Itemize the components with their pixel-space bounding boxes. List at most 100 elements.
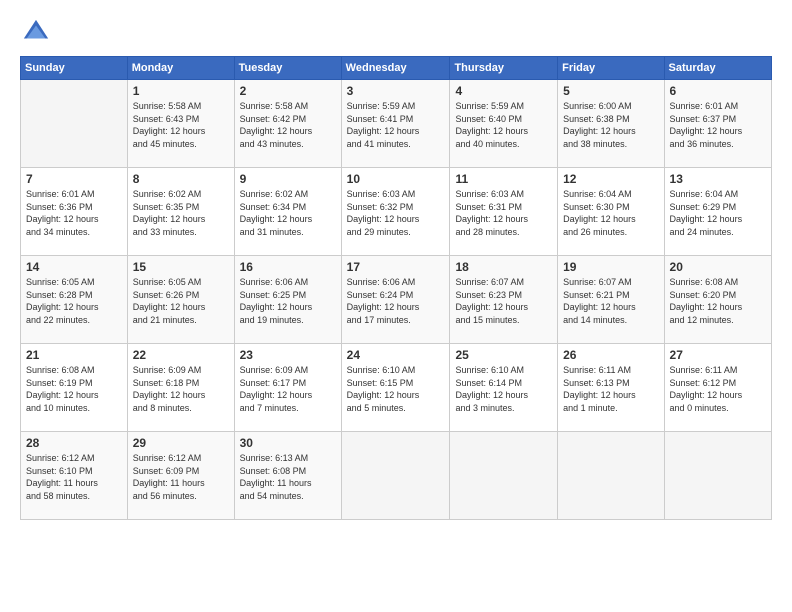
date-number: 14 [26,260,122,274]
cell-content: Sunrise: 6:11 AM Sunset: 6:12 PM Dayligh… [670,364,766,414]
calendar-cell [341,432,450,520]
cell-content: Sunrise: 6:07 AM Sunset: 6:21 PM Dayligh… [563,276,658,326]
weekday-header-row: SundayMondayTuesdayWednesdayThursdayFrid… [21,57,772,80]
calendar-cell: 4 Sunrise: 5:59 AM Sunset: 6:40 PM Daylig… [450,80,558,168]
date-number: 17 [347,260,445,274]
cell-content: Sunrise: 6:04 AM Sunset: 6:29 PM Dayligh… [670,188,766,238]
cell-content: Sunrise: 5:58 AM Sunset: 6:43 PM Dayligh… [133,100,229,150]
date-number: 3 [347,84,445,98]
calendar-cell: 10 Sunrise: 6:03 AM Sunset: 6:32 PM Dayli… [341,168,450,256]
cell-content: Sunrise: 6:09 AM Sunset: 6:18 PM Dayligh… [133,364,229,414]
calendar-cell [450,432,558,520]
calendar-cell: 14Sunrise: 6:05 AM Sunset: 6:28 PM Dayli… [21,256,128,344]
header [20,18,772,46]
calendar-cell: 20 Sunrise: 6:08 AM Sunset: 6:20 PM Dayli… [664,256,771,344]
date-number: 28 [26,436,122,450]
weekday-saturday: Saturday [664,57,771,80]
cell-content: Sunrise: 6:11 AM Sunset: 6:13 PM Dayligh… [563,364,658,414]
calendar-cell: 16 Sunrise: 6:06 AM Sunset: 6:25 PM Dayli… [234,256,341,344]
calendar-cell: 12 Sunrise: 6:04 AM Sunset: 6:30 PM Dayli… [558,168,664,256]
calendar-cell: 8 Sunrise: 6:02 AM Sunset: 6:35 PM Daylig… [127,168,234,256]
date-number: 9 [240,172,336,186]
cell-content: Sunrise: 6:12 AM Sunset: 6:10 PM Dayligh… [26,452,122,502]
weekday-tuesday: Tuesday [234,57,341,80]
date-number: 1 [133,84,229,98]
calendar-cell: 25Sunrise: 6:10 AM Sunset: 6:14 PM Dayli… [450,344,558,432]
calendar-cell: 26Sunrise: 6:11 AM Sunset: 6:13 PM Dayli… [558,344,664,432]
date-number: 13 [670,172,766,186]
date-number: 5 [563,84,658,98]
date-number: 29 [133,436,229,450]
calendar-cell: 13 Sunrise: 6:04 AM Sunset: 6:29 PM Dayli… [664,168,771,256]
date-number: 23 [240,348,336,362]
cell-content: Sunrise: 6:03 AM Sunset: 6:32 PM Dayligh… [347,188,445,238]
cell-content: Sunrise: 6:06 AM Sunset: 6:25 PM Dayligh… [240,276,336,326]
date-number: 19 [563,260,658,274]
weekday-thursday: Thursday [450,57,558,80]
calendar-cell: 30 Sunrise: 6:13 AM Sunset: 6:08 PM Dayli… [234,432,341,520]
date-number: 6 [670,84,766,98]
calendar-cell: 18 Sunrise: 6:07 AM Sunset: 6:23 PM Dayli… [450,256,558,344]
week-row: 7 Sunrise: 6:01 AM Sunset: 6:36 PM Daylig… [21,168,772,256]
calendar-cell: 24 Sunrise: 6:10 AM Sunset: 6:15 PM Dayli… [341,344,450,432]
week-row: 14Sunrise: 6:05 AM Sunset: 6:28 PM Dayli… [21,256,772,344]
cell-content: Sunrise: 6:02 AM Sunset: 6:34 PM Dayligh… [240,188,336,238]
calendar-cell: 11 Sunrise: 6:03 AM Sunset: 6:31 PM Dayli… [450,168,558,256]
week-row: 1 Sunrise: 5:58 AM Sunset: 6:43 PM Daylig… [21,80,772,168]
cell-content: Sunrise: 6:08 AM Sunset: 6:19 PM Dayligh… [26,364,122,414]
cell-content: Sunrise: 5:59 AM Sunset: 6:40 PM Dayligh… [455,100,552,150]
cell-content: Sunrise: 6:01 AM Sunset: 6:36 PM Dayligh… [26,188,122,238]
calendar-cell: 21Sunrise: 6:08 AM Sunset: 6:19 PM Dayli… [21,344,128,432]
calendar-cell [664,432,771,520]
cell-content: Sunrise: 6:02 AM Sunset: 6:35 PM Dayligh… [133,188,229,238]
date-number: 24 [347,348,445,362]
calendar-cell: 6 Sunrise: 6:01 AM Sunset: 6:37 PM Daylig… [664,80,771,168]
date-number: 4 [455,84,552,98]
calendar-cell: 3Sunrise: 5:59 AM Sunset: 6:41 PM Daylig… [341,80,450,168]
cell-content: Sunrise: 6:12 AM Sunset: 6:09 PM Dayligh… [133,452,229,502]
date-number: 10 [347,172,445,186]
cell-content: Sunrise: 6:13 AM Sunset: 6:08 PM Dayligh… [240,452,336,502]
date-number: 27 [670,348,766,362]
cell-content: Sunrise: 6:01 AM Sunset: 6:37 PM Dayligh… [670,100,766,150]
cell-content: Sunrise: 6:03 AM Sunset: 6:31 PM Dayligh… [455,188,552,238]
cell-content: Sunrise: 6:09 AM Sunset: 6:17 PM Dayligh… [240,364,336,414]
date-number: 16 [240,260,336,274]
calendar-cell: 17 Sunrise: 6:06 AM Sunset: 6:24 PM Dayli… [341,256,450,344]
calendar-cell: 7 Sunrise: 6:01 AM Sunset: 6:36 PM Daylig… [21,168,128,256]
date-number: 18 [455,260,552,274]
calendar-cell [21,80,128,168]
calendar-table: SundayMondayTuesdayWednesdayThursdayFrid… [20,56,772,520]
logo-icon [22,18,50,46]
calendar-cell: 15 Sunrise: 6:05 AM Sunset: 6:26 PM Dayli… [127,256,234,344]
date-number: 20 [670,260,766,274]
cell-content: Sunrise: 6:10 AM Sunset: 6:15 PM Dayligh… [347,364,445,414]
weekday-friday: Friday [558,57,664,80]
calendar-cell: 23 Sunrise: 6:09 AM Sunset: 6:17 PM Dayli… [234,344,341,432]
cell-content: Sunrise: 6:00 AM Sunset: 6:38 PM Dayligh… [563,100,658,150]
cell-content: Sunrise: 6:08 AM Sunset: 6:20 PM Dayligh… [670,276,766,326]
date-number: 30 [240,436,336,450]
calendar-cell: 1 Sunrise: 5:58 AM Sunset: 6:43 PM Daylig… [127,80,234,168]
calendar-cell: 2Sunrise: 5:58 AM Sunset: 6:42 PM Daylig… [234,80,341,168]
date-number: 15 [133,260,229,274]
calendar-cell: 27 Sunrise: 6:11 AM Sunset: 6:12 PM Dayli… [664,344,771,432]
cell-content: Sunrise: 6:07 AM Sunset: 6:23 PM Dayligh… [455,276,552,326]
weekday-monday: Monday [127,57,234,80]
date-number: 7 [26,172,122,186]
date-number: 12 [563,172,658,186]
calendar-cell: 22Sunrise: 6:09 AM Sunset: 6:18 PM Dayli… [127,344,234,432]
date-number: 8 [133,172,229,186]
weekday-sunday: Sunday [21,57,128,80]
cell-content: Sunrise: 6:05 AM Sunset: 6:26 PM Dayligh… [133,276,229,326]
date-number: 11 [455,172,552,186]
week-row: 28 Sunrise: 6:12 AM Sunset: 6:10 PM Dayli… [21,432,772,520]
cell-content: Sunrise: 6:04 AM Sunset: 6:30 PM Dayligh… [563,188,658,238]
week-row: 21Sunrise: 6:08 AM Sunset: 6:19 PM Dayli… [21,344,772,432]
cell-content: Sunrise: 6:06 AM Sunset: 6:24 PM Dayligh… [347,276,445,326]
calendar-cell: 5 Sunrise: 6:00 AM Sunset: 6:38 PM Daylig… [558,80,664,168]
logo [20,18,50,46]
calendar-page: SundayMondayTuesdayWednesdayThursdayFrid… [0,0,792,612]
date-number: 25 [455,348,552,362]
cell-content: Sunrise: 5:58 AM Sunset: 6:42 PM Dayligh… [240,100,336,150]
